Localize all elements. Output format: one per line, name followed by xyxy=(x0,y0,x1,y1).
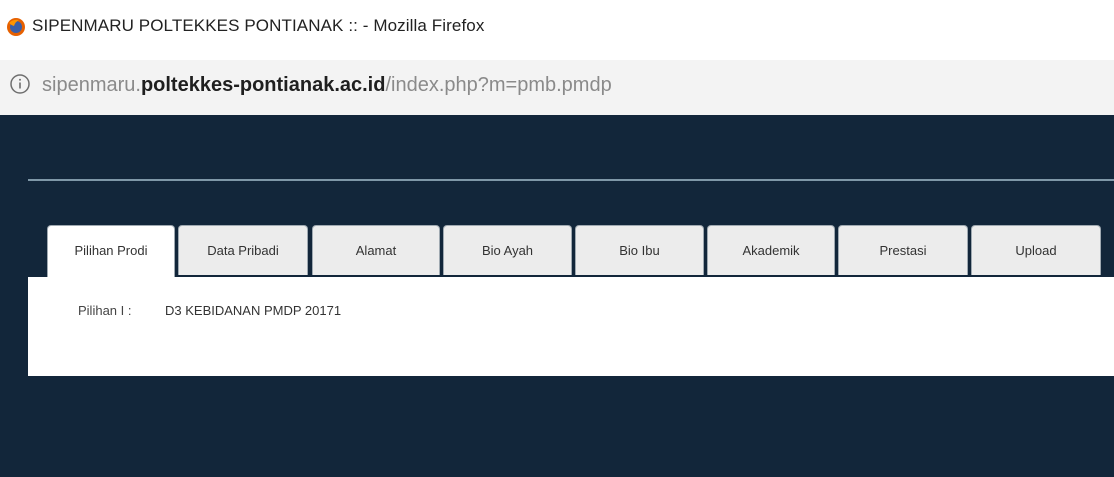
tab-data-pribadi[interactable]: Data Pribadi xyxy=(178,225,308,275)
header-divider xyxy=(28,179,1114,181)
pilihan-value: D3 KEBIDANAN PMDP 20171 xyxy=(165,303,342,318)
pilihan-label: Pilihan I : xyxy=(78,303,132,318)
url-text[interactable]: sipenmaru.poltekkes-pontianak.ac.id/inde… xyxy=(42,74,612,97)
window-titlebar: SIPENMARU POLTEKKES PONTIANAK :: - Mozil… xyxy=(0,0,1114,60)
tab-content-panel: Pilihan I : D3 KEBIDANAN PMDP 20171 xyxy=(28,277,1114,376)
tab-pilihan-prodi[interactable]: Pilihan Prodi xyxy=(47,225,175,277)
window-title: SIPENMARU POLTEKKES PONTIANAK :: - Mozil… xyxy=(32,16,485,35)
address-bar[interactable]: sipenmaru.poltekkes-pontianak.ac.id/inde… xyxy=(0,60,1114,115)
url-domain: poltekkes-pontianak.ac.id xyxy=(140,74,386,96)
info-icon[interactable] xyxy=(9,73,31,95)
tab-bio-ayah[interactable]: Bio Ayah xyxy=(443,225,572,275)
tab-upload[interactable]: Upload xyxy=(971,225,1101,275)
tab-akademik[interactable]: Akademik xyxy=(707,225,835,275)
form-tabs: Pilihan Prodi Data Pribadi Alamat Bio Ay… xyxy=(47,225,1114,277)
url-prefix: sipenmaru. xyxy=(42,74,141,96)
url-path: /index.php?m=pmb.pmdp xyxy=(385,74,612,96)
tab-alamat[interactable]: Alamat xyxy=(312,225,440,275)
tab-bio-ibu[interactable]: Bio Ibu xyxy=(575,225,704,275)
page-body: Pilihan Prodi Data Pribadi Alamat Bio Ay… xyxy=(0,115,1114,477)
firefox-icon xyxy=(7,18,25,36)
tab-prestasi[interactable]: Prestasi xyxy=(838,225,968,275)
